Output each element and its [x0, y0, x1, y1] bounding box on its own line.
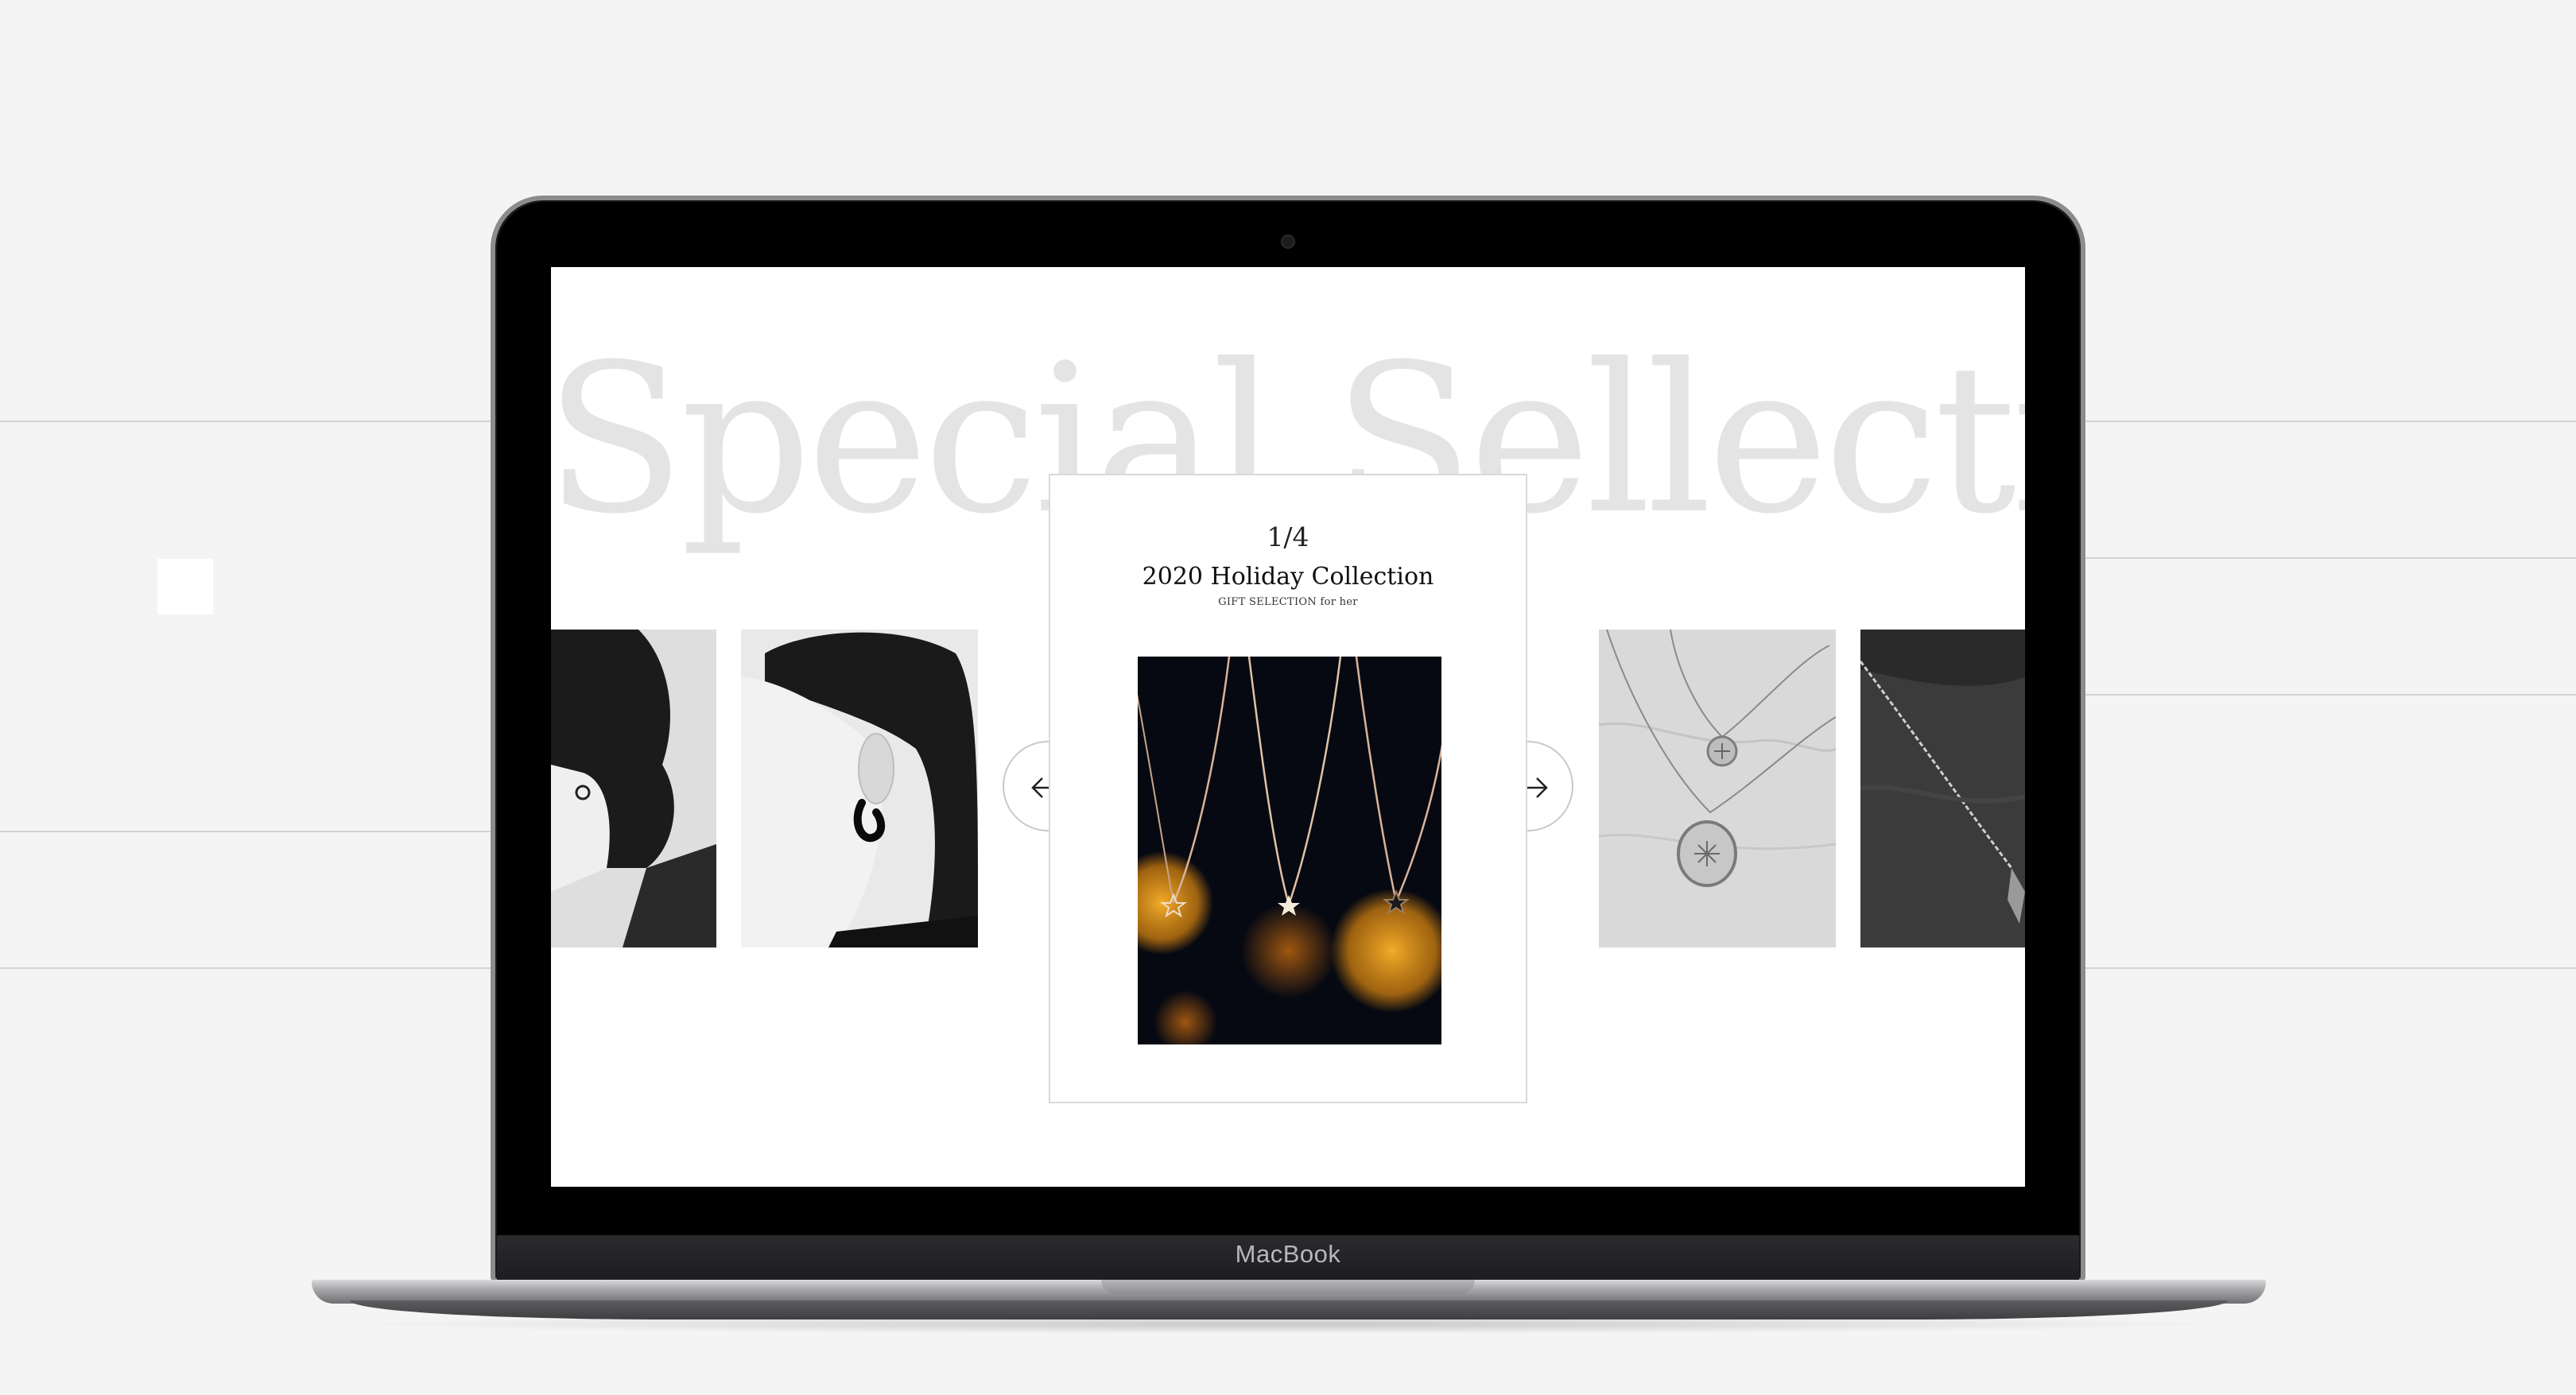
collection-title: 2020 Holiday Collection — [1142, 563, 1434, 591]
pendant-necklaces-photo — [1599, 630, 1836, 947]
star-necklaces-photo — [1138, 657, 1441, 1044]
laptop-brand-label: MacBook — [1235, 1240, 1341, 1268]
laptop-base-bottom — [350, 1300, 2228, 1319]
featured-slide-card[interactable]: 1/4 2020 Holiday Collection GIFT SELECTI… — [1049, 474, 1527, 1103]
background-line — [0, 420, 491, 422]
background-line — [0, 831, 491, 832]
website-screen: Special Sellection — [551, 267, 2025, 1187]
laptop-notch — [1101, 1280, 1475, 1294]
background-square — [157, 559, 213, 614]
chain-necklace-photo — [1860, 630, 2025, 947]
black-earring-portrait-photo — [741, 630, 978, 947]
background-line — [2085, 557, 2576, 559]
background-line — [0, 967, 491, 969]
background-line — [2085, 967, 2576, 969]
slide-thumbnail-black-earring[interactable] — [741, 630, 978, 947]
slide-thumbnail-chain-necklace[interactable] — [1860, 630, 2025, 947]
featured-photo[interactable] — [1138, 657, 1441, 1044]
slide-thumbnail-pendant-necklaces[interactable] — [1599, 630, 1836, 947]
slide-thumbnail-earring-side[interactable] — [551, 630, 716, 947]
collection-subtitle: GIFT SELECTION for her — [1218, 596, 1358, 608]
background-line — [2085, 694, 2576, 696]
camera-icon — [1281, 234, 1295, 249]
background-line — [2085, 420, 2576, 422]
earring-side-profile-photo — [551, 630, 716, 947]
slide-counter: 1/4 — [1267, 521, 1309, 552]
